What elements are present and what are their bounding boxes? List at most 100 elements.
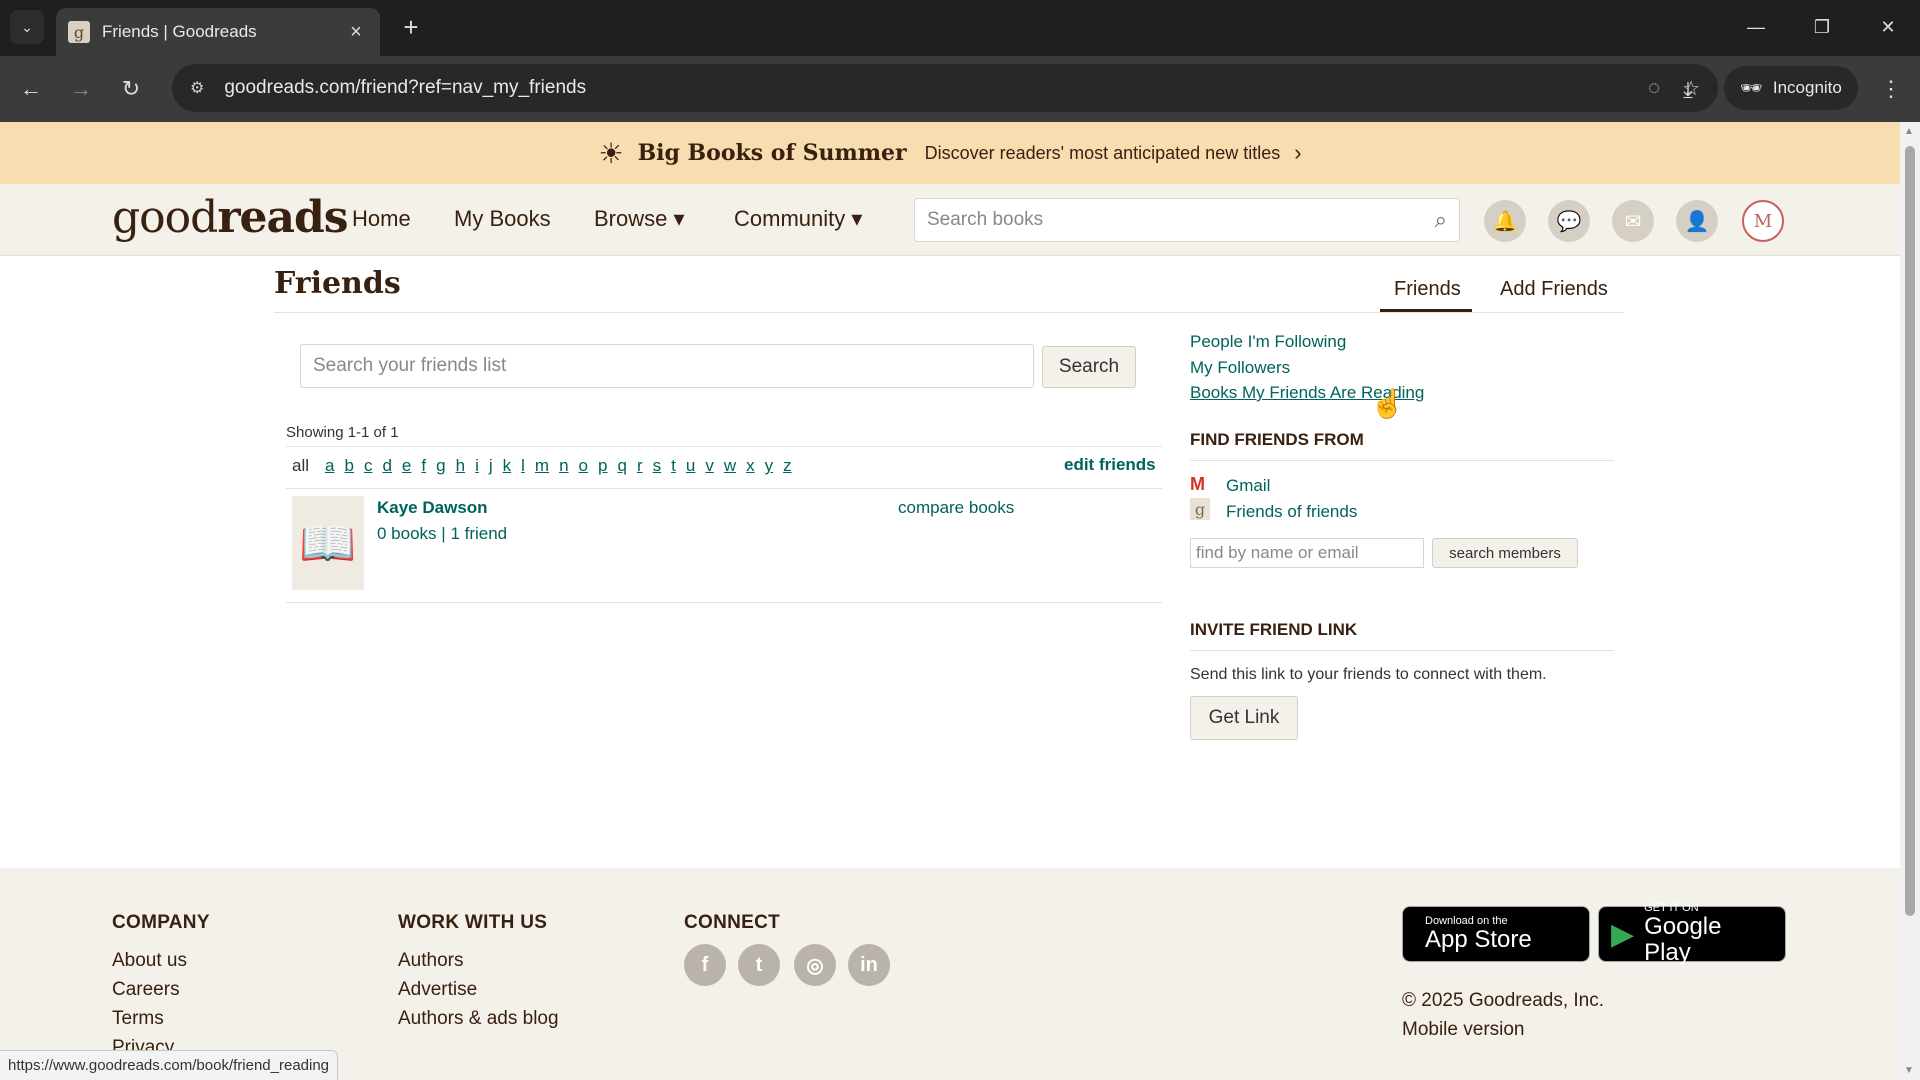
close-window-icon[interactable]: ✕ xyxy=(1868,12,1908,42)
alpha-letter-w[interactable]: w xyxy=(724,456,736,476)
forward-arrow-icon[interactable]: → xyxy=(66,74,96,104)
alpha-letter-k[interactable]: k xyxy=(503,456,512,476)
alpha-letter-e[interactable]: e xyxy=(402,456,411,476)
alpha-letter-m[interactable]: m xyxy=(535,456,549,476)
friends-icon[interactable]: 👤 xyxy=(1676,200,1718,242)
alpha-letter-g[interactable]: g xyxy=(436,456,445,476)
new-tab-plus-icon[interactable]: + xyxy=(396,12,426,42)
restore-icon[interactable]: ❐ xyxy=(1802,12,1842,42)
footer-authors-link[interactable]: Authors xyxy=(398,950,463,972)
alpha-letter-i[interactable]: i xyxy=(475,456,479,476)
discussions-icon[interactable]: 💬 xyxy=(1548,200,1590,242)
alpha-letter-b[interactable]: b xyxy=(344,456,353,476)
alpha-letter-n[interactable]: n xyxy=(559,456,568,476)
address-bar[interactable]: ⚙ goodreads.com/friend?ref=nav_my_friend… xyxy=(172,64,1718,112)
scroll-up-arrow-icon[interactable]: ▲ xyxy=(1904,126,1914,137)
people-following-link[interactable]: People I'm Following xyxy=(1190,332,1346,352)
alpha-letter-v[interactable]: v xyxy=(705,456,714,476)
back-arrow-icon[interactable]: ← xyxy=(16,74,46,104)
alpha-letter-x[interactable]: x xyxy=(746,456,755,476)
alpha-letter-f[interactable]: f xyxy=(421,456,426,476)
browser-toolbar: ← → ↻ ⚙ goodreads.com/friend?ref=nav_my_… xyxy=(0,56,1920,122)
incognito-indicator[interactable]: 🕶 Incognito xyxy=(1724,66,1858,110)
facebook-icon[interactable]: f xyxy=(684,944,726,986)
alpha-letter-r[interactable]: r xyxy=(637,456,643,476)
download-icon[interactable]: ⤓ xyxy=(1672,74,1704,106)
google-play-icon: ▶ xyxy=(1611,917,1635,951)
google-play-text: GET IT ON Google Play xyxy=(1644,902,1773,966)
tab-search-chevron-icon[interactable]: ⌄ xyxy=(10,10,44,44)
alpha-letter-z[interactable]: z xyxy=(783,456,792,476)
footer-careers-link[interactable]: Careers xyxy=(112,979,180,1001)
reload-icon[interactable]: ↻ xyxy=(116,74,146,104)
reader-silhouette-icon: 📖 xyxy=(299,516,357,569)
alpha-letter-l[interactable]: l xyxy=(521,456,525,476)
alpha-letter-t[interactable]: t xyxy=(671,456,676,476)
browser-tab[interactable]: g Friends | Goodreads × xyxy=(56,8,380,56)
friends-of-friends-link[interactable]: Friends of friends xyxy=(1226,502,1357,522)
gmail-link[interactable]: Gmail xyxy=(1226,476,1270,496)
compare-books-link[interactable]: compare books xyxy=(898,498,1014,518)
page-scrollbar[interactable]: ▲ ▼ xyxy=(1900,122,1920,1080)
footer-advertise-link[interactable]: Advertise xyxy=(398,979,477,1001)
friends-search-button[interactable]: Search xyxy=(1042,346,1136,388)
promo-title: Big Books of Summer xyxy=(637,140,907,166)
nav-community[interactable]: Community ▾ xyxy=(734,206,862,232)
search-members-button[interactable]: search members xyxy=(1432,538,1578,568)
footer-ads-blog-link[interactable]: Authors & ads blog xyxy=(398,1008,559,1030)
twitter-icon[interactable]: t xyxy=(738,944,780,986)
app-store-badge[interactable]: Download on the App Store xyxy=(1402,906,1590,962)
tab-add-friends[interactable]: Add Friends xyxy=(1500,278,1608,301)
alpha-letter-u[interactable]: u xyxy=(686,456,695,476)
browser-menu-icon[interactable]: ⋮ xyxy=(1876,74,1906,104)
sun-book-icon: ☀ xyxy=(598,137,624,169)
incognito-icon: 🕶 xyxy=(1740,77,1763,98)
friends-search-input[interactable] xyxy=(300,344,1034,388)
search-icon[interactable]: ⌕ xyxy=(1435,207,1447,233)
alpha-letter-c[interactable]: c xyxy=(364,456,373,476)
alpha-letter-a[interactable]: a xyxy=(325,456,334,476)
friend-avatar[interactable]: 📖 xyxy=(292,496,364,590)
messages-icon[interactable]: ✉ xyxy=(1612,200,1654,242)
footer-terms-link[interactable]: Terms xyxy=(112,1008,164,1030)
alpha-letter-y[interactable]: y xyxy=(765,456,774,476)
friend-name-link[interactable]: Kaye Dawson xyxy=(377,498,488,518)
minimize-icon[interactable]: — xyxy=(1736,12,1776,42)
tab-friends[interactable]: Friends xyxy=(1394,278,1461,301)
nav-browse[interactable]: Browse ▾ xyxy=(594,206,685,232)
nav-my-books[interactable]: My Books xyxy=(454,206,551,232)
find-by-name-email-input[interactable] xyxy=(1190,538,1424,568)
instagram-icon[interactable]: ◎ xyxy=(794,944,836,986)
book-search-input[interactable] xyxy=(927,209,1435,231)
notifications-bell-icon[interactable]: 🔔 xyxy=(1484,200,1526,242)
goodreads-logo[interactable]: goodreads xyxy=(112,192,349,243)
edit-friends-link[interactable]: edit friends xyxy=(1064,455,1156,475)
alpha-letter-q[interactable]: q xyxy=(617,456,626,476)
linkedin-icon[interactable]: in xyxy=(848,944,890,986)
close-tab-icon[interactable]: × xyxy=(344,21,368,44)
eye-off-icon[interactable]: ◌ xyxy=(1648,77,1660,100)
get-link-button[interactable]: Get Link xyxy=(1190,696,1298,740)
scroll-down-arrow-icon[interactable]: ▼ xyxy=(1904,1065,1914,1076)
alpha-letter-s[interactable]: s xyxy=(653,456,662,476)
alpha-letter-d[interactable]: d xyxy=(382,456,391,476)
alpha-all[interactable]: all xyxy=(292,456,309,476)
goodreads-g-icon: g xyxy=(1190,498,1210,520)
site-info-icon[interactable]: ⚙ xyxy=(190,78,204,98)
mobile-version-link[interactable]: Mobile version xyxy=(1402,1019,1525,1041)
my-followers-link[interactable]: My Followers xyxy=(1190,358,1290,378)
friend-friends-link[interactable]: 1 friend xyxy=(450,524,507,543)
google-play-badge[interactable]: ▶ GET IT ON Google Play xyxy=(1598,902,1786,966)
nav-home[interactable]: Home xyxy=(352,206,411,232)
promo-banner[interactable]: ☀ Big Books of Summer Discover readers' … xyxy=(0,122,1900,184)
profile-avatar[interactable]: M xyxy=(1742,200,1784,242)
alpha-letter-o[interactable]: o xyxy=(579,456,588,476)
footer-about-link[interactable]: About us xyxy=(112,950,187,972)
url-text[interactable]: goodreads.com/friend?ref=nav_my_friends xyxy=(224,77,1626,99)
alpha-letter-h[interactable]: h xyxy=(456,456,465,476)
alpha-letter-p[interactable]: p xyxy=(598,456,607,476)
alpha-letter-j[interactable]: j xyxy=(489,456,493,476)
friend-books-link[interactable]: 0 books xyxy=(377,524,437,543)
scrollbar-thumb[interactable] xyxy=(1905,146,1915,916)
invite-link-heading: INVITE FRIEND LINK xyxy=(1190,620,1358,639)
